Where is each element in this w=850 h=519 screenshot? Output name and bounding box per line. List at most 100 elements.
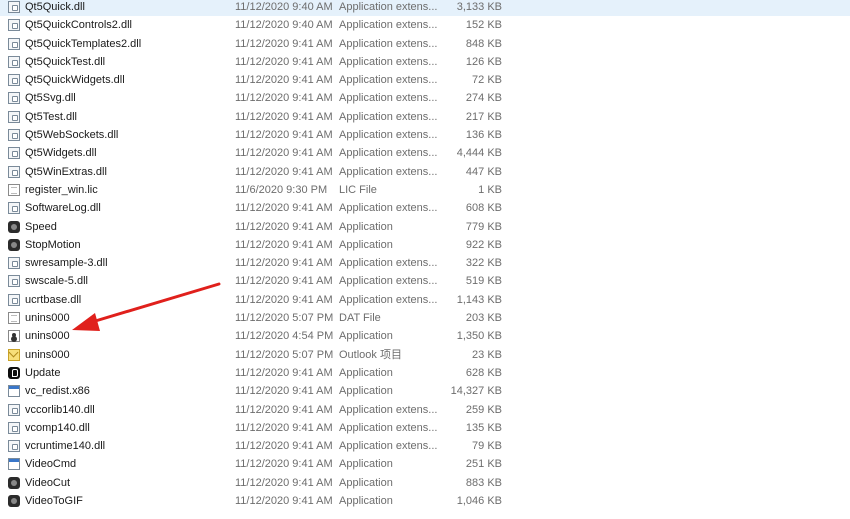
file-date-modified: 11/12/2020 9:41 AM — [235, 476, 333, 489]
file-date-modified: 11/12/2020 9:41 AM — [235, 495, 333, 508]
file-row[interactable]: unins000 11/12/2020 4:54 PM Application 1,3… — [0, 327, 850, 345]
file-row[interactable]: ucrtbase.dll 11/12/2020 9:41 AM Applicatio… — [0, 291, 850, 309]
file-size: 883 KB — [465, 476, 502, 489]
file-row[interactable]: Qt5QuickTest.dll 11/12/2020 9:41 AM Applic… — [0, 53, 850, 71]
dll-icon — [8, 421, 20, 434]
file-date-modified: 11/12/2020 9:41 AM — [235, 165, 333, 178]
file-name: Qt5QuickTest.dll — [25, 55, 106, 68]
file-size: 72 KB — [472, 74, 502, 87]
file-size: 1,143 KB — [456, 293, 502, 306]
file-name: VideoCmd — [25, 458, 77, 471]
dll-icon — [8, 403, 20, 416]
file-date-modified: 11/12/2020 9:41 AM — [235, 129, 333, 142]
file-row[interactable]: vcruntime140.dll 11/12/2020 9:41 AM Applic… — [0, 437, 850, 455]
file-row[interactable]: Qt5Test.dll 11/12/2020 9:41 AM Application… — [0, 108, 850, 126]
app-dark-icon — [8, 220, 20, 233]
file-date-modified: 11/12/2020 9:41 AM — [235, 385, 333, 398]
file-size: 922 KB — [465, 238, 502, 251]
file-row[interactable]: Qt5Svg.dll 11/12/2020 9:41 AM Application … — [0, 89, 850, 107]
file-row[interactable]: Qt5QuickTemplates2.dll 11/12/2020 9:41 AM… — [0, 35, 850, 53]
document-icon — [8, 183, 20, 196]
file-row[interactable]: Qt5QuickControls2.dll 11/12/2020 9:40 AM A… — [0, 16, 850, 34]
file-row[interactable]: vcomp140.dll 11/12/2020 9:41 AM Applicatio… — [0, 419, 850, 437]
file-date-modified: 11/12/2020 9:41 AM — [235, 74, 333, 87]
file-size: 217 KB — [465, 110, 502, 123]
file-type: Application — [339, 495, 393, 508]
file-size: 126 KB — [465, 55, 502, 68]
file-row[interactable]: vccorlib140.dll 11/12/2020 9:41 AM Applica… — [0, 401, 850, 419]
dll-icon — [8, 1, 20, 13]
file-name: swscale-5.dll — [25, 275, 88, 288]
file-size: 274 KB — [465, 92, 502, 105]
file-size: 135 KB — [465, 421, 502, 434]
file-type: Application — [339, 385, 393, 398]
file-date-modified: 11/12/2020 9:40 AM — [235, 19, 333, 32]
file-row[interactable]: VideoCut 11/12/2020 9:41 AM Application 883… — [0, 474, 850, 492]
app-window-icon — [8, 458, 20, 471]
dll-icon — [8, 37, 20, 50]
file-name: ucrtbase.dll — [25, 293, 82, 306]
file-row[interactable]: unins000 11/12/2020 5:07 PM DAT File 203 KB — [0, 309, 850, 327]
file-date-modified: 11/12/2020 9:41 AM — [235, 458, 333, 471]
file-row[interactable]: Speed 11/12/2020 9:41 AM Application 779 KB — [0, 218, 850, 236]
file-type: Application — [339, 220, 393, 233]
file-row[interactable]: Qt5Widgets.dll 11/12/2020 9:41 AM Applicat… — [0, 144, 850, 162]
file-date-modified: 11/12/2020 9:41 AM — [235, 238, 333, 251]
file-row[interactable]: vc_redist.x86 11/12/2020 9:41 AM Applicati… — [0, 382, 850, 400]
dll-icon — [8, 147, 20, 160]
file-row[interactable]: Qt5WinExtras.dll 11/12/2020 9:41 AM Applic… — [0, 163, 850, 181]
file-size: 628 KB — [465, 366, 502, 379]
file-row[interactable]: VideoToGIF 11/12/2020 9:41 AM Application 1… — [0, 492, 850, 510]
file-row[interactable]: StopMotion 11/12/2020 9:41 AM Application 9… — [0, 236, 850, 254]
file-name: unins000 — [25, 330, 70, 343]
installer-icon — [8, 330, 20, 343]
dll-icon — [8, 74, 20, 87]
app-dark-icon — [8, 495, 20, 508]
file-row[interactable]: register_win.lic 11/6/2020 9:30 PM LIC Fil… — [0, 181, 850, 199]
file-size: 519 KB — [465, 275, 502, 288]
file-date-modified: 11/12/2020 9:41 AM — [235, 147, 333, 160]
file-row[interactable]: swresample-3.dll 11/12/2020 9:41 AM Applic… — [0, 254, 850, 272]
document-icon — [8, 312, 20, 325]
file-name: Qt5QuickTemplates2.dll — [25, 37, 142, 50]
file-size: 79 KB — [472, 440, 502, 453]
file-date-modified: 11/12/2020 4:54 PM — [235, 330, 334, 343]
file-list: Qt5Quick.dll 11/12/2020 9:40 AM Applicatio… — [0, 0, 850, 510]
file-name: Qt5QuickControls2.dll — [25, 19, 132, 32]
file-row[interactable]: unins000 11/12/2020 5:07 PM Outlook 项目 23 K… — [0, 346, 850, 364]
file-name: Qt5Test.dll — [25, 110, 77, 123]
file-size: 1,350 KB — [456, 330, 502, 343]
file-row[interactable]: SoftwareLog.dll 11/12/2020 9:41 AM Applica… — [0, 199, 850, 217]
file-name: vc_redist.x86 — [25, 385, 90, 398]
file-date-modified: 11/12/2020 9:41 AM — [235, 403, 333, 416]
file-date-modified: 11/12/2020 5:07 PM — [235, 348, 334, 361]
file-size: 259 KB — [465, 403, 502, 416]
mail-icon — [8, 348, 20, 361]
file-date-modified: 11/12/2020 9:41 AM — [235, 366, 333, 379]
file-name: unins000 — [25, 348, 70, 361]
file-name: VideoToGIF — [25, 495, 83, 508]
file-row[interactable]: swscale-5.dll 11/12/2020 9:41 AM Applicati… — [0, 272, 850, 290]
dll-icon — [8, 293, 20, 306]
file-type: Application — [339, 366, 393, 379]
file-date-modified: 11/12/2020 5:07 PM — [235, 312, 334, 325]
file-name: swresample-3.dll — [25, 257, 108, 270]
file-size: 136 KB — [465, 129, 502, 142]
file-date-modified: 11/12/2020 9:41 AM — [235, 220, 333, 233]
file-date-modified: 11/6/2020 9:30 PM — [235, 183, 328, 196]
file-type: Outlook 项目 — [339, 348, 402, 361]
file-size: 3,133 KB — [456, 1, 502, 13]
file-row[interactable]: Qt5QuickWidgets.dll 11/12/2020 9:41 AM App… — [0, 71, 850, 89]
file-date-modified: 11/12/2020 9:41 AM — [235, 440, 333, 453]
file-row[interactable]: VideoCmd 11/12/2020 9:41 AM Application 251… — [0, 455, 850, 473]
dll-icon — [8, 202, 20, 215]
file-date-modified: 11/12/2020 9:41 AM — [235, 421, 333, 434]
file-name: SoftwareLog.dll — [25, 202, 101, 215]
dll-icon — [8, 129, 20, 142]
file-row[interactable]: Update 11/12/2020 9:41 AM Application 628 K… — [0, 364, 850, 382]
dll-icon — [8, 257, 20, 270]
file-row[interactable]: Qt5WebSockets.dll 11/12/2020 9:41 AM Appli… — [0, 126, 850, 144]
dll-icon — [8, 92, 20, 105]
app-window-icon — [8, 385, 20, 398]
file-row[interactable]: Qt5Quick.dll 11/12/2020 9:40 AM Applicatio… — [0, 0, 850, 17]
